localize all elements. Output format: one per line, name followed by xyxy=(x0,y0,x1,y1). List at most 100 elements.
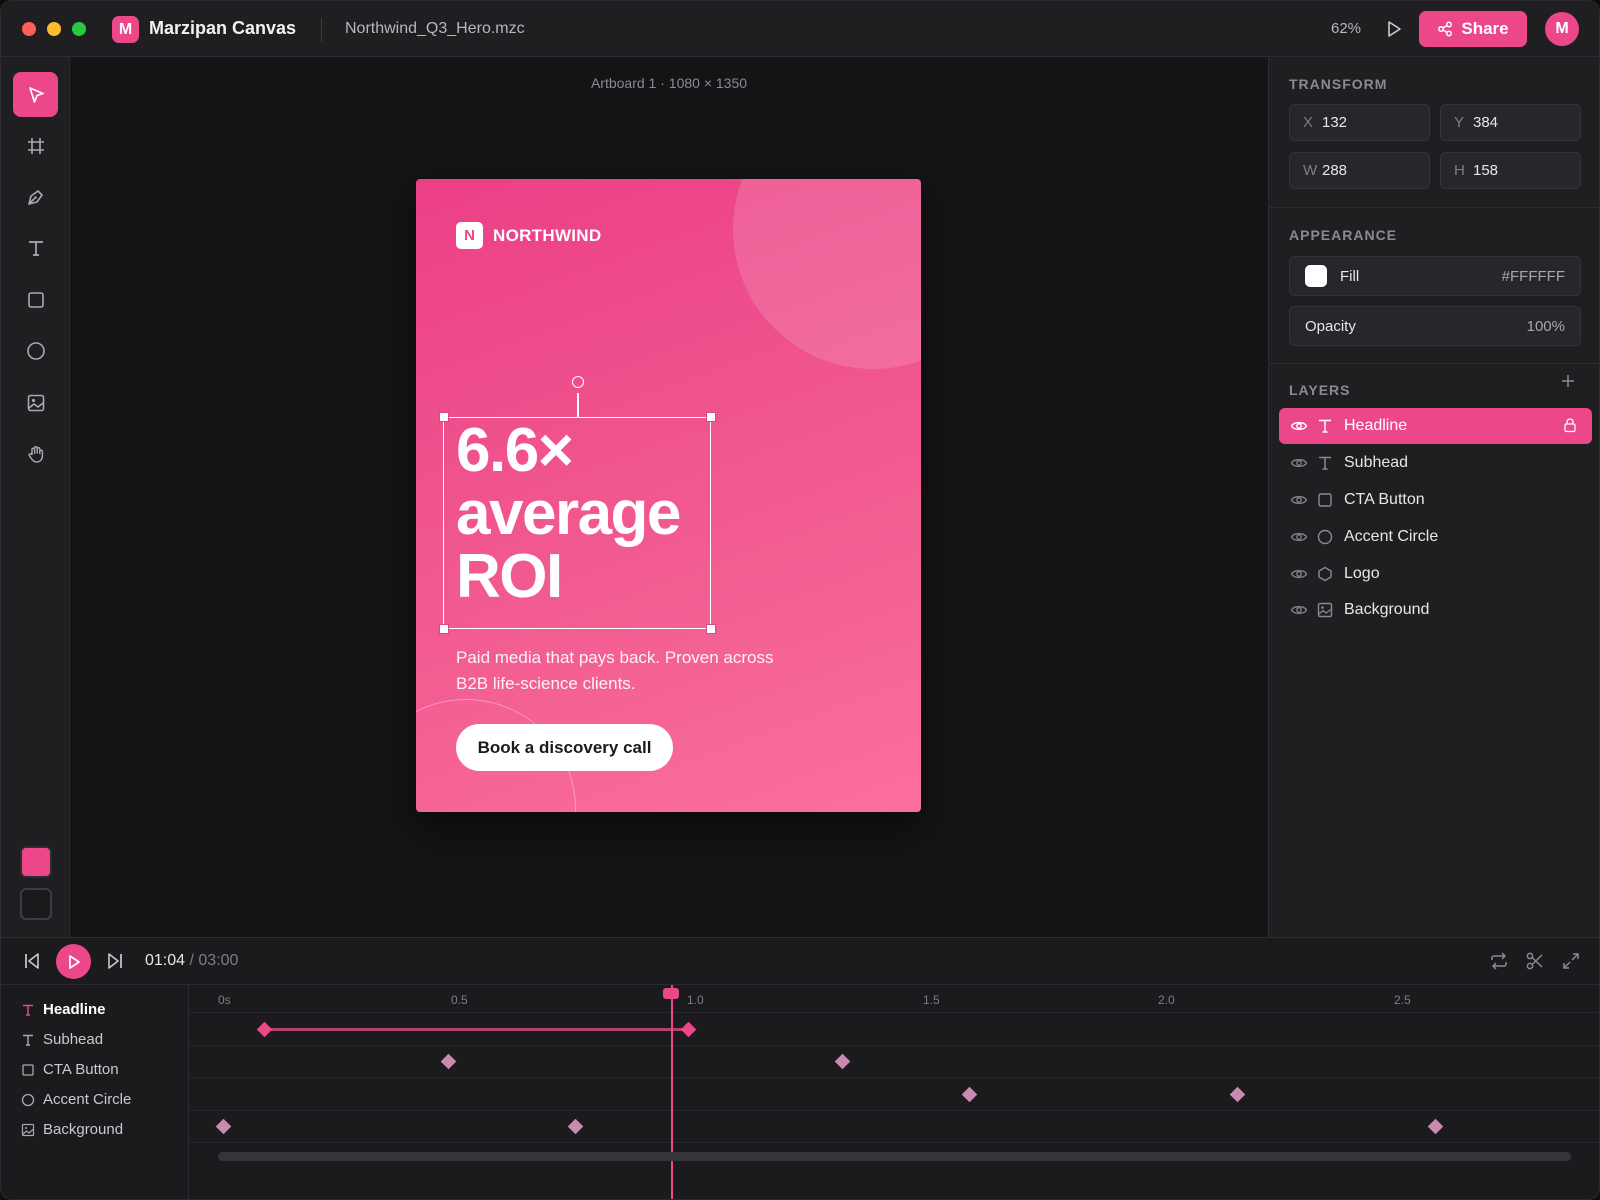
layer-headline[interactable]: Headline xyxy=(1279,408,1592,444)
rectangle-tool[interactable] xyxy=(13,277,58,322)
text-icon xyxy=(1319,419,1331,433)
height-label: H xyxy=(1454,162,1465,179)
keyframe[interactable] xyxy=(834,1053,851,1070)
share-button[interactable]: Share xyxy=(1419,11,1527,47)
layer-name: Subhead xyxy=(1344,454,1409,471)
playhead-handle[interactable] xyxy=(663,988,679,999)
opacity-value: 100% xyxy=(1526,317,1565,335)
keyframe[interactable] xyxy=(440,1053,457,1070)
y-label: Y xyxy=(1454,114,1465,131)
y-field[interactable]: Y 384 xyxy=(1440,104,1581,141)
properties-panel: TRANSFORM X 132 Y 384 W 288 H 158 APPEAR… xyxy=(1268,57,1599,937)
track-divider xyxy=(189,1045,1599,1046)
x-field[interactable]: X 132 xyxy=(1289,104,1430,141)
selection-box xyxy=(443,417,711,629)
rotate-handle[interactable] xyxy=(572,376,584,388)
playhead[interactable] xyxy=(671,985,673,1199)
keyframe[interactable] xyxy=(961,1086,978,1103)
image-tool[interactable] xyxy=(13,380,58,425)
frame-tool[interactable] xyxy=(13,123,58,168)
opacity-field[interactable]: Opacity 100% xyxy=(1289,306,1581,346)
fill-color-chip[interactable] xyxy=(1305,265,1327,287)
eye-icon[interactable] xyxy=(1290,528,1308,546)
keyframe[interactable] xyxy=(1427,1118,1444,1135)
rectangle-icon xyxy=(27,291,44,308)
logo[interactable]: N NORTHWIND xyxy=(456,222,601,249)
timeline-layer-background[interactable]: Background xyxy=(21,1121,123,1138)
cta-button[interactable]: Book a discovery call xyxy=(456,724,673,771)
fill-color-swatch[interactable] xyxy=(20,846,52,878)
tool-bar xyxy=(1,57,70,937)
keyframe[interactable] xyxy=(215,1118,232,1135)
hand-tool[interactable] xyxy=(13,431,58,476)
layer-subhead[interactable]: Subhead xyxy=(1279,445,1592,481)
width-field[interactable]: W 288 xyxy=(1289,152,1430,189)
scissors-icon[interactable] xyxy=(1524,950,1546,972)
timeline-scrollbar[interactable] xyxy=(218,1152,1571,1161)
app-title: Marzipan Canvas xyxy=(149,18,297,38)
text-tool[interactable] xyxy=(13,225,58,270)
transform-section-title: TRANSFORM xyxy=(1289,76,1388,92)
file-name[interactable]: Northwind_Q3_Hero.mzc xyxy=(345,20,525,38)
resize-handle-bottom-left[interactable] xyxy=(439,624,449,634)
current-time: 01:04 xyxy=(145,952,186,969)
play-button[interactable] xyxy=(56,944,91,979)
select-tool[interactable] xyxy=(13,72,58,117)
brand-mark: N xyxy=(456,222,483,249)
close-window-button[interactable] xyxy=(22,22,36,36)
height-field[interactable]: H 158 xyxy=(1440,152,1581,189)
skip-forward-icon[interactable] xyxy=(104,950,126,972)
app-logo: M xyxy=(112,16,139,43)
layer-background[interactable]: Background xyxy=(1279,592,1592,628)
subhead-text[interactable]: Paid media that pays back. Proven across… xyxy=(456,645,776,697)
resize-handle-top-left[interactable] xyxy=(439,412,449,422)
x-label: X xyxy=(1303,114,1314,131)
keyframe[interactable] xyxy=(1229,1086,1246,1103)
panel-divider xyxy=(1269,363,1599,364)
timeline-layer-name: Background xyxy=(43,1121,124,1138)
pen-tool[interactable] xyxy=(13,174,58,219)
layer-accent-circle[interactable]: Accent Circle xyxy=(1279,519,1592,555)
eye-icon[interactable] xyxy=(1290,417,1308,435)
y-value: 384 xyxy=(1473,114,1499,131)
skip-back-icon[interactable] xyxy=(21,950,43,972)
keyframe-span[interactable] xyxy=(265,1028,689,1031)
timeline-layer-accent-circle[interactable]: Accent Circle xyxy=(21,1091,131,1108)
ellipse-tool[interactable] xyxy=(13,328,58,373)
ellipse-icon xyxy=(1317,529,1333,545)
share-icon xyxy=(1438,21,1453,37)
resize-handle-top-right[interactable] xyxy=(706,412,716,422)
eye-icon[interactable] xyxy=(1290,565,1308,583)
stroke-color-swatch[interactable] xyxy=(20,888,52,920)
rectangle-icon xyxy=(22,1063,34,1076)
fill-field[interactable]: Fill #FFFFFF xyxy=(1289,256,1581,296)
resize-handle-bottom-right[interactable] xyxy=(706,624,716,634)
layer-cta-button[interactable]: CTA Button xyxy=(1279,482,1592,518)
keyframe[interactable] xyxy=(680,1021,697,1038)
share-label: Share xyxy=(1461,19,1509,38)
lock-icon[interactable] xyxy=(1562,417,1578,433)
eye-icon[interactable] xyxy=(1290,601,1308,619)
minimize-window-button[interactable] xyxy=(47,22,61,36)
add-layer-icon[interactable] xyxy=(1561,374,1575,388)
track-divider xyxy=(189,1142,1599,1143)
timeline-layer-headline[interactable]: Headline xyxy=(21,1001,106,1018)
timeline-layer-subhead[interactable]: Subhead xyxy=(21,1031,103,1048)
keyframe[interactable] xyxy=(256,1021,273,1038)
loop-icon[interactable] xyxy=(1488,950,1510,972)
layer-logo[interactable]: Logo xyxy=(1279,556,1592,592)
play-preview-icon[interactable] xyxy=(1384,19,1404,39)
user-avatar[interactable]: M xyxy=(1545,12,1579,46)
timeline-layer-cta-button[interactable]: CTA Button xyxy=(21,1061,119,1078)
app-window: M Marzipan Canvas Northwind_Q3_Hero.mzc … xyxy=(0,0,1600,1200)
eye-icon[interactable] xyxy=(1290,491,1308,509)
track-divider xyxy=(189,1077,1599,1078)
eye-icon[interactable] xyxy=(1290,454,1308,472)
zoom-level[interactable]: 62% xyxy=(1331,20,1361,37)
ruler-label: 1.0 xyxy=(687,993,704,1007)
keyframe[interactable] xyxy=(567,1118,584,1135)
maximize-window-button[interactable] xyxy=(72,22,86,36)
expand-icon[interactable] xyxy=(1560,950,1582,972)
timeline-tracks[interactable]: 0s 0.5 1.0 1.5 2.0 2.5 xyxy=(189,985,1599,1199)
accent-circle[interactable] xyxy=(733,179,921,369)
